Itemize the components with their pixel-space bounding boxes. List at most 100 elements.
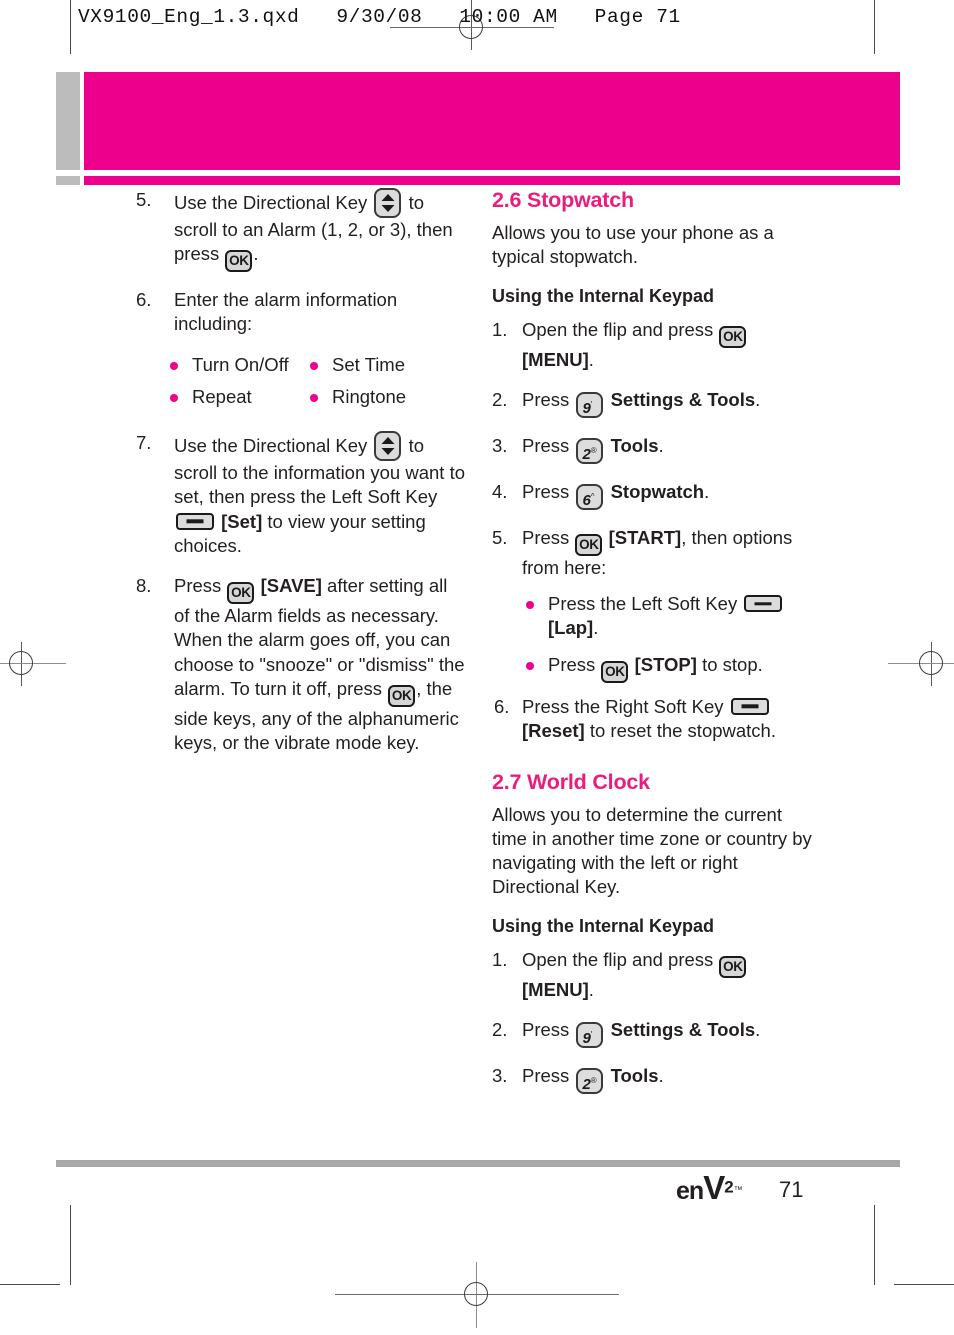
menu-label-settings-tools: Settings & Tools: [610, 388, 756, 410]
step-7: 7. Use the Directional Key to scroll to …: [136, 431, 466, 558]
key-digit: 6: [582, 491, 591, 509]
step-text-c: .: [755, 1019, 761, 1041]
chapter-banner: [84, 72, 900, 170]
alarm-fields-bullets: Turn On/Off Repeat Set Time Ringtone: [164, 353, 466, 417]
step-text-a: Press: [522, 526, 570, 548]
stopwatch-step-6: 6. Press the Right Soft Key [Reset] to r…: [492, 695, 822, 743]
step-text-a: Use the Directional Key: [174, 435, 368, 457]
step-text-e: .: [253, 243, 259, 265]
step-number: 4.: [492, 480, 508, 502]
left-column: 5. Use the Directional Key to scroll to …: [136, 188, 466, 771]
step-text-c: .: [588, 348, 594, 370]
step-number: 3.: [492, 434, 508, 456]
step-text-a: Open the flip and press: [522, 318, 714, 340]
key-label-menu: [MENU]: [522, 348, 589, 370]
stopwatch-step-4: 4. Press 6^ Stopwatch.: [492, 480, 822, 510]
numeric-key-9-icon: 9′: [576, 1022, 604, 1049]
step-text-a: Press: [522, 480, 570, 502]
numeric-key-2-icon: 2®: [576, 1068, 604, 1095]
crop-line-bottom-left-horizontal: [0, 1284, 60, 1286]
menu-label-settings-tools: Settings & Tools: [610, 1019, 756, 1041]
logo-superscript-2: 2: [724, 1177, 734, 1197]
crop-line-right-vertical: [874, 0, 876, 54]
footer-rule: [56, 1160, 900, 1167]
step-text-b: to: [408, 435, 425, 457]
key-superscript: ®: [590, 1076, 597, 1086]
world-clock-step-2: 2. Press 9′ Settings & Tools.: [492, 1018, 822, 1049]
right-column: 2.6 Stopwatch Allows you to use your pho…: [492, 188, 822, 1110]
bullet-text-c: .: [593, 617, 599, 639]
list-item: Repeat: [164, 385, 304, 409]
step-number: 1.: [492, 318, 508, 340]
step-text-c: .: [755, 388, 761, 410]
key-digit: 2: [582, 1076, 591, 1094]
ok-key-icon: OK: [225, 250, 253, 273]
world-clock-step-3: 3. Press 2® Tools.: [492, 1064, 822, 1095]
bullets-column-1: Turn On/Off Repeat: [164, 353, 304, 417]
list-item: Turn On/Off: [164, 353, 304, 377]
section-heading-world-clock: 2.7 World Clock: [492, 770, 650, 795]
registration-mark-bottom: [335, 1262, 619, 1328]
step-text-a: Press: [522, 434, 570, 456]
stopwatch-options-bullets: Press the Left Soft Key [Lap]. Press OK …: [520, 592, 822, 683]
softkey-label-lap: [Lap]: [548, 617, 594, 639]
bullet-text-c: to stop.: [702, 653, 763, 675]
key-label-menu: [MENU]: [522, 978, 589, 1000]
step-text-a: Press: [174, 575, 222, 597]
stopwatch-step-3: 3. Press 2® Tools.: [492, 434, 822, 464]
soft-key-icon: [744, 595, 783, 613]
step-text-c: .: [704, 480, 710, 502]
menu-label-stopwatch: Stopwatch: [610, 480, 705, 502]
list-item: Ringtone: [304, 385, 444, 409]
world-clock-step-1: 1. Open the flip and press OK [MENU].: [492, 948, 822, 1002]
banner-rule-gray-tab: [56, 176, 80, 185]
menu-label-tools: Tools: [610, 1065, 659, 1087]
step-text-b: to: [408, 192, 425, 213]
step-number: 3.: [492, 1065, 508, 1087]
banner-accent-rule: [84, 176, 900, 185]
ok-key-icon: OK: [227, 582, 255, 605]
subheading-internal-keypad-2: Using the Internal Keypad: [492, 916, 715, 937]
key-superscript: ^: [590, 491, 595, 501]
step-text-a: Open the flip and press: [522, 948, 714, 970]
stopwatch-steps-list: 1. Open the flip and press OK [MENU]. 2.…: [492, 318, 822, 580]
logo-text-en: en: [676, 1177, 704, 1205]
softkey-label-reset: [Reset]: [522, 719, 585, 741]
ok-key-icon: OK: [575, 533, 603, 556]
registration-mark-circle: [919, 651, 943, 675]
banner-gray-tab: [56, 72, 80, 170]
step-text-c: .: [588, 978, 594, 1000]
step-number: 5.: [492, 526, 508, 548]
soft-key-icon: [176, 512, 214, 530]
section-intro-stopwatch: Allows you to use your phone as a typica…: [492, 222, 774, 268]
crop-line-bottom-right-horizontal: [894, 1284, 954, 1286]
list-item-lap: Press the Left Soft Key [Lap].: [520, 592, 822, 640]
step-text-a: Press: [522, 388, 570, 410]
step-number: 2.: [492, 388, 508, 410]
step-text-a: Press: [522, 1019, 570, 1041]
registration-mark-circle: [464, 1282, 488, 1306]
crop-line-right-lower: [874, 1205, 876, 1285]
document-header-line: VX9100_Eng_1.3.qxd 9/30/08 10:00 AM Page…: [78, 6, 681, 28]
page-number: 71: [779, 1177, 804, 1202]
key-superscript: ′: [590, 1030, 593, 1040]
key-label-stop: [STOP]: [634, 653, 697, 675]
softkey-label-set: [Set]: [221, 510, 263, 532]
logo-text-v: V: [703, 1169, 725, 1206]
step-text-c: to reset the stopwatch.: [589, 719, 776, 741]
section-heading-stopwatch: 2.6 Stopwatch: [492, 188, 634, 212]
alarm-steps-list: 5. Use the Directional Key to scroll to …: [136, 188, 466, 755]
ok-key-icon: OK: [601, 660, 629, 683]
menu-label-tools: Tools: [610, 434, 659, 456]
step-text-c: scroll to the information you want to se…: [174, 462, 466, 508]
section-intro-world-clock: Allows you to determine the current time…: [492, 804, 812, 898]
bullet-text-a: Press: [548, 653, 596, 675]
numeric-key-2-icon: 2®: [576, 437, 604, 464]
step-8: 8. Press OK [SAVE] after setting all of …: [136, 574, 466, 755]
stopwatch-step-2: 2. Press 9′ Settings & Tools.: [492, 388, 822, 418]
crop-line-left-vertical: [70, 0, 72, 54]
registration-mark-circle: [9, 651, 33, 675]
key-digit: 2: [582, 445, 591, 463]
key-label-save: [SAVE]: [260, 575, 322, 597]
step-number: 1.: [492, 948, 508, 970]
